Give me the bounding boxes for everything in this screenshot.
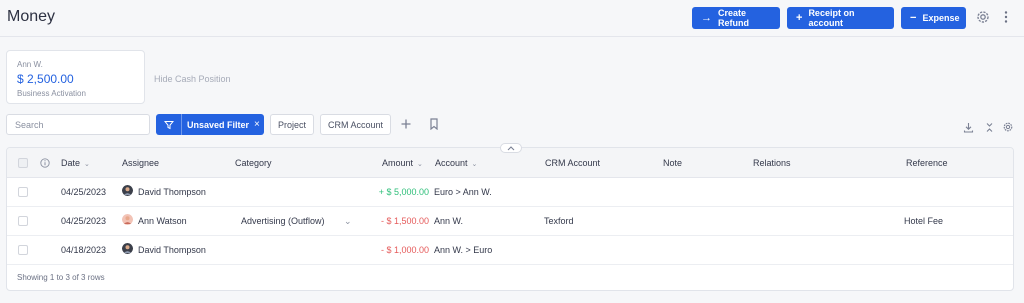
row-date: 04/25/2023 [61,216,107,226]
row-assignee: David Thompson [138,187,206,197]
plus-icon: + [796,12,803,24]
collapse-toggle[interactable] [500,143,522,153]
row-account: Ann W. [434,216,464,226]
avatar [122,185,133,196]
hide-cash-position-link[interactable]: Hide Cash Position [154,74,231,84]
close-icon[interactable]: × [254,119,260,130]
more-options-icon[interactable] [1000,9,1012,25]
minus-icon: − [910,12,917,24]
row-account: Euro > Ann W. [434,187,492,197]
row-amount: - $ 1,000.00 [380,245,429,255]
project-filter-chip[interactable]: Project [270,114,314,135]
expense-button[interactable]: − Expense [901,7,966,29]
table-row[interactable]: 04/25/2023 David Thompson + $ 5,000.00 E… [7,178,1013,207]
column-assignee[interactable]: Assignee [122,158,159,168]
chevron-down-icon: ⌄ [417,161,423,168]
add-filter-icon[interactable] [398,116,414,132]
header: Money → Create Refund + Receipt on accou… [0,0,1024,37]
receipt-on-account-button[interactable]: + Receipt on account [787,7,894,29]
row-amount: + $ 5,000.00 [378,187,429,197]
cash-position-amount: $ 2,500.00 [17,72,74,86]
unsaved-filter-label: Unsaved Filter [187,119,250,130]
row-assignee: David Thompson [138,245,206,255]
avatar [122,214,133,225]
cash-position-label: Business Activation [17,89,86,98]
unsaved-filter-button[interactable]: Unsaved Filter × [156,114,264,135]
table-row[interactable]: 04/18/2023 David Thompson - $ 1,000.00 A… [7,236,1013,265]
column-amount[interactable]: Amount ⌄ [382,158,423,168]
bookmark-icon[interactable] [426,116,442,132]
chevron-down-icon: ⌄ [471,161,478,168]
search-input[interactable] [6,114,150,135]
table-row[interactable]: 04/25/2023 Ann Watson Advertising (Outfl… [7,207,1013,236]
row-date: 04/25/2023 [61,187,107,197]
cash-position-card[interactable]: Ann W. $ 2,500.00 Business Activation [6,50,145,104]
column-category[interactable]: Category [235,158,272,168]
select-all-checkbox[interactable] [18,158,28,168]
column-note[interactable]: Note [663,158,682,168]
row-checkbox[interactable] [18,187,28,197]
column-date[interactable]: Date ⌄ [61,158,90,168]
table-settings-icon[interactable] [1002,121,1014,133]
column-relations[interactable]: Relations [753,158,791,168]
row-assignee: Ann Watson [138,216,187,226]
row-category[interactable]: Advertising (Outflow) [241,216,325,226]
table-footer: Showing 1 to 3 of 3 rows [17,273,105,282]
row-amount: - $ 1,500.00 [380,216,429,226]
cash-position-name: Ann W. [17,60,43,69]
filter-icon [156,114,182,135]
column-crm-account[interactable]: CRM Account [545,158,600,168]
download-icon[interactable] [961,120,975,134]
avatar [122,243,133,254]
expand-collapse-icon[interactable] [982,120,996,134]
row-crm-account: Texford [544,216,574,226]
row-checkbox[interactable] [18,216,28,226]
page-title: Money [7,8,56,25]
row-date: 04/18/2023 [61,245,107,255]
chevron-down-icon: ⌄ [84,161,90,168]
row-account: Ann W. > Euro [434,245,493,255]
row-reference: Hotel Fee [904,216,944,226]
chevron-down-icon[interactable]: ⌄ [344,216,352,227]
expense-label: Expense [922,13,960,23]
gear-icon[interactable] [975,9,991,25]
transactions-table: Date ⌄ Assignee Category Amount ⌄ Account ⌄… [6,147,1014,291]
column-account[interactable]: Account ⌄ [435,158,477,168]
chevron-up-icon [507,145,515,150]
column-reference[interactable]: Reference [906,158,948,168]
crm-account-filter-chip[interactable]: CRM Account [320,114,391,135]
receipt-label: Receipt on account [808,8,855,28]
row-checkbox[interactable] [18,245,28,255]
create-refund-button[interactable]: → Create Refund [692,7,780,29]
info-icon[interactable] [40,158,50,168]
arrow-right-icon: → [701,12,712,24]
create-refund-label: Create Refund [718,8,749,28]
